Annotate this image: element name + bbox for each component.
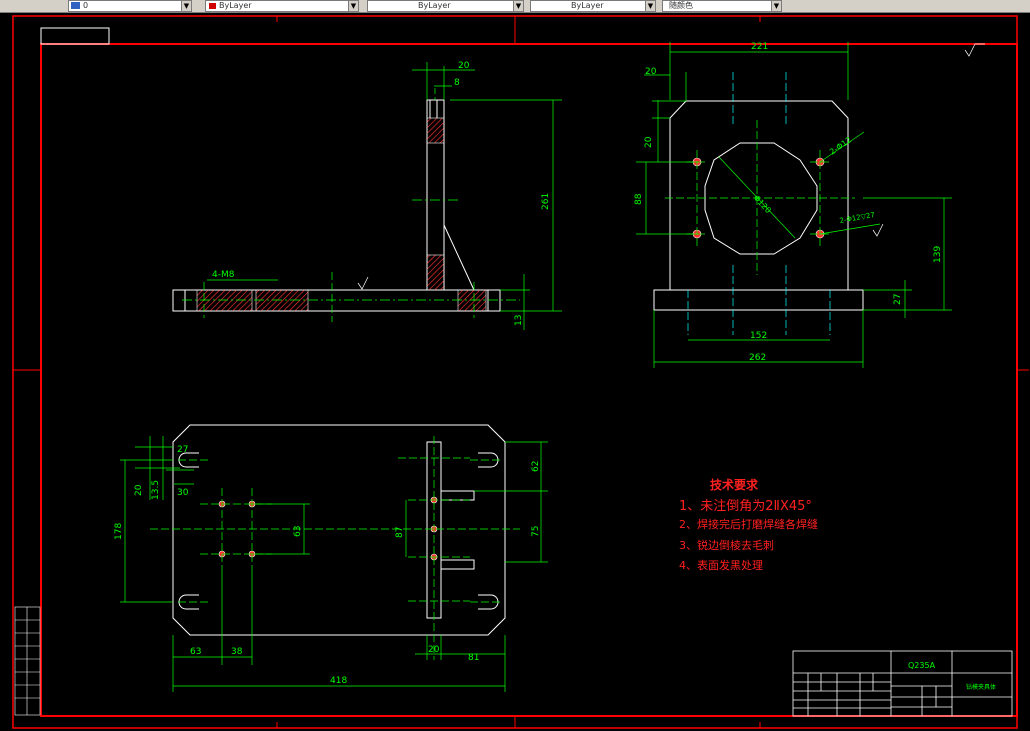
dim-20-side: 20 (644, 136, 654, 148)
chevron-down-icon[interactable]: ▼ (181, 1, 191, 11)
revision-strip (14, 606, 41, 716)
dim-20: 20 (458, 61, 470, 71)
tech-note-item: 3、锐边倒棱去毛刺 (679, 539, 774, 552)
chevron-down-icon[interactable]: ▼ (348, 1, 358, 11)
dim-20: 20 (134, 484, 144, 496)
dim-418: 418 (330, 676, 347, 686)
dim-13-5: 13.5 (151, 480, 161, 500)
side-view[interactable]: 221 20 20 88 139 27 152 262 2-Φ12 2-Φ12▽… (634, 42, 985, 368)
dim-62: 62 (531, 461, 541, 472)
drawing-frame (12, 15, 1029, 729)
dim-178: 178 (114, 523, 124, 540)
chevron-down-icon[interactable]: ▼ (645, 1, 655, 11)
dim-261: 261 (541, 193, 551, 210)
dim-20-top: 20 (645, 67, 657, 77)
tech-note-item: 4、表面发黑处理 (679, 559, 763, 572)
layer-dropdown[interactable]: 0 ▼ (68, 0, 192, 12)
dim-81: 81 (468, 653, 479, 663)
dim-87: 87 (395, 527, 405, 538)
dim-27: 27 (177, 445, 188, 455)
chevron-down-icon[interactable]: ▼ (513, 1, 523, 11)
chevron-down-icon[interactable]: ▼ (771, 1, 781, 11)
plotstyle-dropdown[interactable]: 随颜色 ▼ (662, 0, 782, 12)
material-label: Q235A (908, 661, 936, 670)
dim-38: 38 (231, 647, 243, 657)
layer-icon (71, 2, 80, 9)
dim-8: 8 (454, 78, 460, 88)
dim-63: 63 (190, 647, 201, 657)
tech-note-item: 2、焊接完后打磨焊缝各焊缝 (679, 518, 818, 531)
drawing-canvas[interactable]: 20 8 261 13 4-M8 221 20 20 88 139 27 152… (0, 12, 1030, 731)
bore-callout: Φ120 (752, 193, 773, 215)
dim-139: 139 (933, 246, 943, 263)
dim-88: 88 (634, 193, 644, 205)
color-dropdown[interactable]: ByLayer ▼ (205, 0, 359, 12)
dim-13: 13 (514, 315, 524, 326)
tech-notes-title: 技术要求 (710, 478, 759, 492)
dim-20-bottom: 20 (428, 645, 440, 655)
front-view[interactable]: 20 8 261 13 4-M8 (172, 61, 562, 330)
drawing-name: 钻模夹具体 (966, 683, 996, 691)
lineweight-dropdown[interactable]: ByLayer ▼ (530, 0, 656, 12)
thread-callout: 4-M8 (212, 270, 235, 280)
dim-63-vertical: 63 (293, 526, 303, 537)
dim-27: 27 (893, 294, 903, 305)
dim-262: 262 (749, 353, 766, 363)
tech-note-item: 1、未注倒角为2ⅡX45° (679, 499, 812, 514)
linetype-dropdown[interactable]: ByLayer ▼ (367, 0, 524, 12)
hole-callout-b: 2-Φ12▽27 (839, 211, 876, 225)
dim-75: 75 (531, 526, 541, 537)
dim-221: 221 (751, 42, 768, 52)
color-swatch-icon (209, 2, 216, 9)
hole-callout-a: 2-Φ12 (828, 135, 853, 156)
dim-30: 30 (177, 488, 189, 498)
dim-152: 152 (750, 331, 767, 341)
plan-view[interactable]: 27 20 13.5 30 178 63 87 63 38 418 20 81 … (114, 424, 548, 692)
